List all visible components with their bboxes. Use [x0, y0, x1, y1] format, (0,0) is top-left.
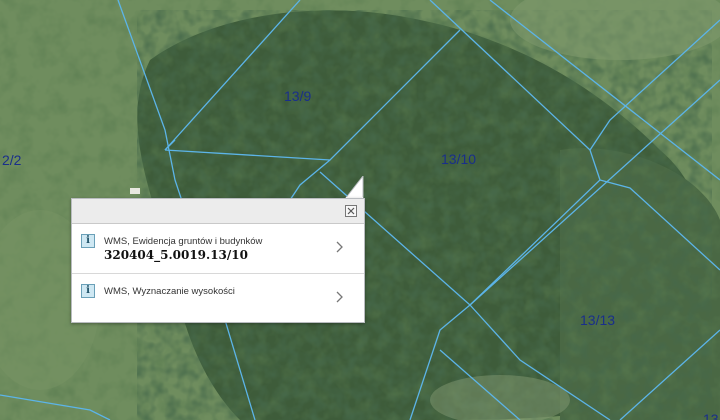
chevron-right-icon[interactable] [336, 241, 344, 253]
parcel-label: 13 [703, 411, 719, 420]
parcel-label: 13/13 [580, 312, 616, 328]
info-icon: i [81, 284, 95, 298]
parcel-label: 13/10 [441, 151, 477, 167]
result-item-wysokosci[interactable]: i WMS, Wyznaczanie wysokości [72, 274, 364, 323]
parcel-identifier: 320404_5.0019.13/10 [104, 248, 248, 262]
feature-info-popup: i WMS, Ewidencja gruntów i budynków 3204… [71, 198, 365, 323]
chevron-right-icon[interactable] [336, 291, 344, 303]
popup-pointer [343, 176, 364, 200]
parcel-label: 2/2 [2, 152, 22, 168]
info-icon: i [81, 234, 95, 248]
parcel-label: 13/9 [284, 88, 312, 104]
layer-name: WMS, Ewidencja gruntów i budynków [104, 236, 263, 247]
close-icon[interactable] [345, 205, 357, 217]
popup-header [72, 199, 364, 224]
result-item-ewidencja[interactable]: i WMS, Ewidencja gruntów i budynków 3204… [72, 224, 364, 274]
layer-name: WMS, Wyznaczanie wysokości [104, 286, 235, 297]
